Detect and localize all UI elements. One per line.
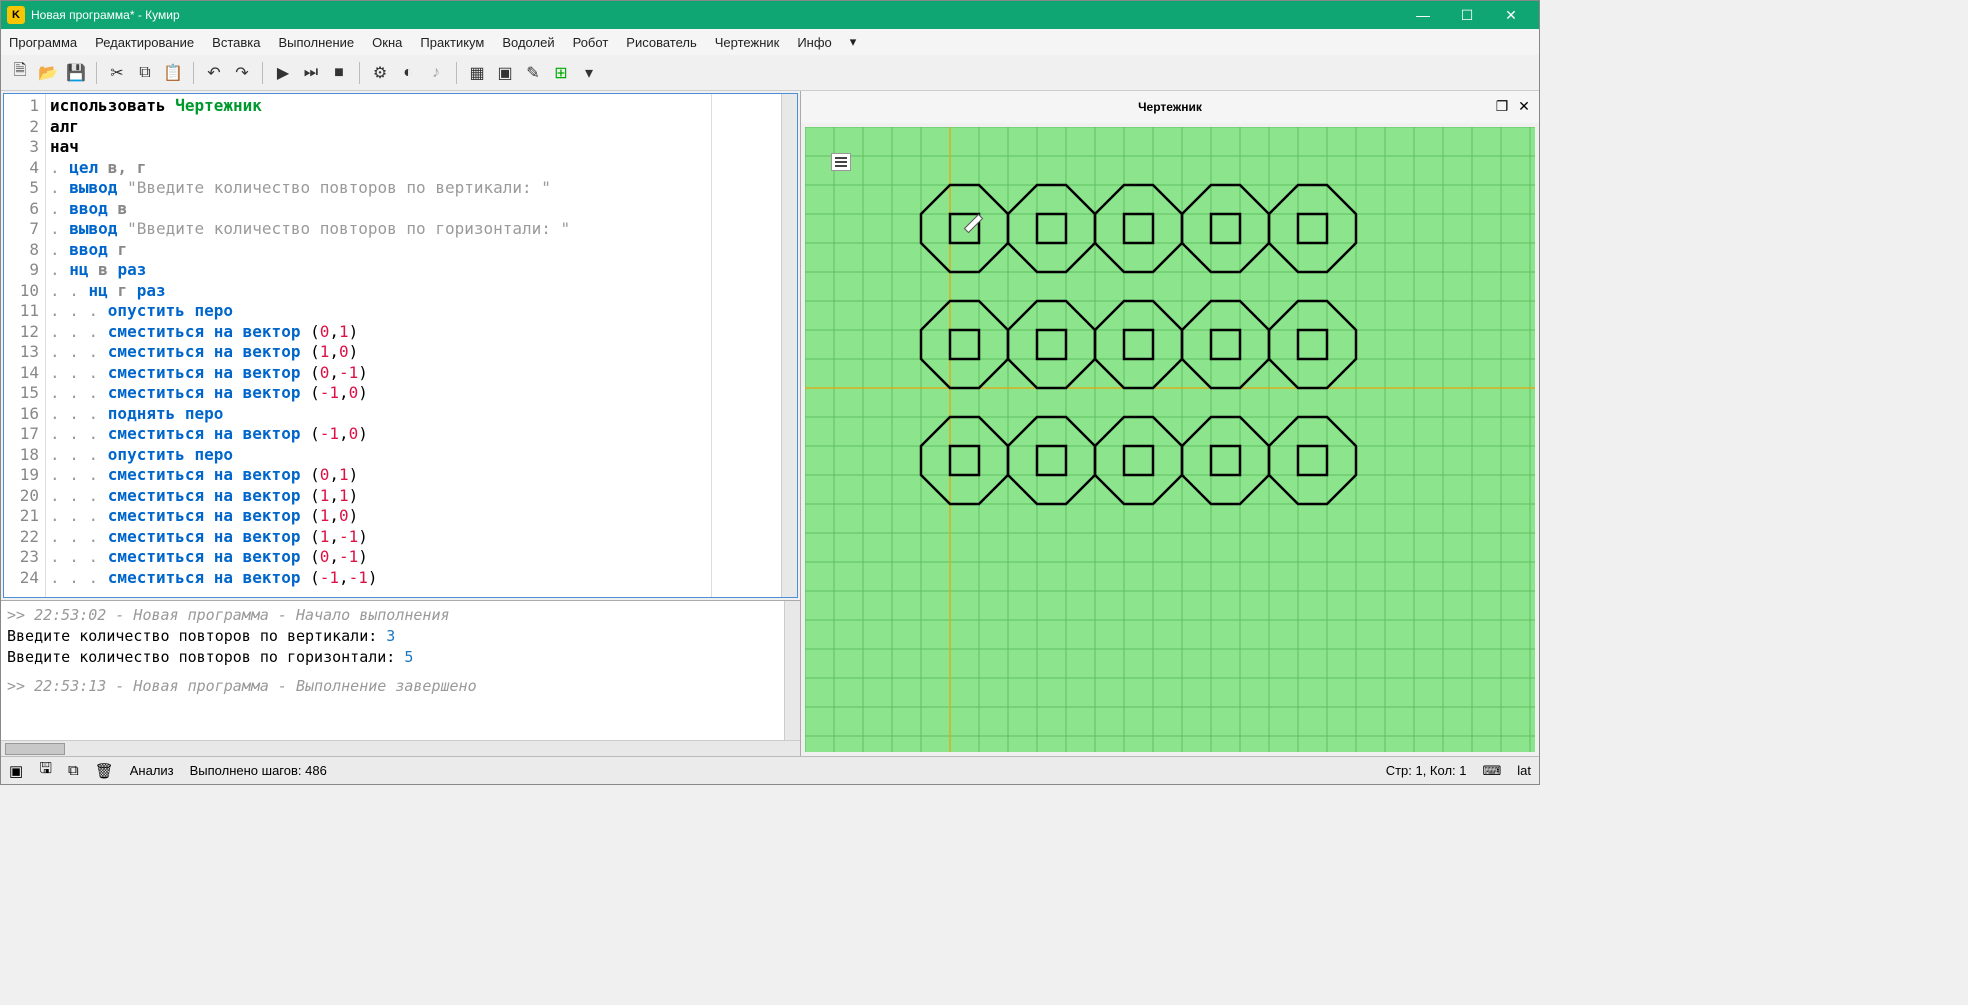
copy-icon[interactable]: ⧉ (134, 62, 156, 84)
menu-item[interactable]: Выполнение (278, 35, 354, 50)
tool-icon-1[interactable]: ⚙ (369, 62, 391, 84)
status-icon-2[interactable]: 🖫 (39, 758, 52, 783)
run-icon[interactable]: ▶ (272, 62, 294, 84)
line-gutter: 123456789101112131415161718192021222324 (4, 94, 46, 597)
panel-close-icon[interactable]: ✕ (1515, 97, 1533, 115)
tool-icon-2[interactable]: ◐ (397, 62, 419, 84)
status-icon-3[interactable]: ⧉ (68, 762, 79, 779)
undo-icon[interactable]: ↶ (203, 62, 225, 84)
window-icon[interactable]: ⊞ (550, 62, 572, 84)
editor-margin (711, 94, 781, 597)
window-title: Новая программа* - Кумир (31, 8, 1401, 22)
console-scrollbar[interactable] (784, 601, 800, 740)
more-icon[interactable]: ▾ (578, 62, 600, 84)
stop-icon[interactable]: ■ (328, 62, 350, 84)
menu-item[interactable]: Практикум (420, 35, 484, 50)
toolbar: 🗎 📂 💾 ✂ ⧉ 📋 ↶ ↷ ▶ ⏭ ■ ⚙ ◐ ♪ ▦ ▣ ✎ ⊞ ▾ (1, 55, 1539, 91)
status-analysis: Анализ (130, 763, 174, 778)
status-kb-icon[interactable]: ⌨ (1483, 763, 1502, 779)
menubar: Программа Редактирование Вставка Выполнение… (1, 29, 1539, 55)
panel-title: Чертежник (1138, 100, 1202, 114)
menu-item[interactable]: Окна (372, 35, 402, 50)
horizontal-scrollbar[interactable] (1, 740, 800, 756)
canvas-menu-icon[interactable] (831, 153, 851, 171)
status-steps: Выполнено шагов: 486 (190, 763, 327, 778)
status-icon-4[interactable]: 🗑 (95, 762, 114, 780)
menu-item[interactable]: ▾ (850, 34, 857, 50)
status-lang: lat (1517, 763, 1531, 778)
statusbar: ▣ 🖫 ⧉ 🗑 Анализ Выполнено шагов: 486 Стр:… (1, 756, 1539, 784)
cut-icon[interactable]: ✂ (106, 62, 128, 84)
menu-item[interactable]: Редактирование (95, 35, 194, 50)
vertical-scrollbar[interactable] (781, 94, 797, 597)
console-text[interactable]: >> 22:53:02 - Новая программа - Начало в… (1, 601, 784, 740)
tool-icon-3[interactable]: ♪ (425, 62, 447, 84)
redo-icon[interactable]: ↷ (231, 62, 253, 84)
menu-item[interactable]: Чертежник (715, 35, 780, 50)
app-window: K Новая программа* - Кумир ― ☐ ✕ Програм… (0, 0, 1540, 785)
drawing-canvas[interactable] (805, 127, 1535, 752)
status-cursor-pos: Стр: 1, Кол: 1 (1386, 763, 1467, 778)
menu-item[interactable]: Программа (9, 35, 77, 50)
grid-icon-1[interactable]: ▦ (466, 62, 488, 84)
open-file-icon[interactable]: 📂 (37, 62, 59, 84)
code-editor[interactable]: 123456789101112131415161718192021222324 … (3, 93, 798, 598)
code-area[interactable]: использовать Чертежникалгнач. цел в, г. … (46, 94, 711, 597)
minimize-button[interactable]: ― (1401, 1, 1445, 29)
menu-item[interactable]: Водолей (502, 35, 554, 50)
menu-item[interactable]: Вставка (212, 35, 260, 50)
menu-item[interactable]: Рисователь (626, 35, 696, 50)
status-icon-1[interactable]: ▣ (9, 762, 23, 780)
panel-restore-icon[interactable]: ❐ (1493, 97, 1511, 115)
step-icon[interactable]: ⏭ (300, 62, 322, 84)
panel-titlebar: Чертежник ❐ ✕ (801, 91, 1539, 123)
grid-icon-2[interactable]: ▣ (494, 62, 516, 84)
brush-icon[interactable]: ✎ (522, 62, 544, 84)
save-file-icon[interactable]: 💾 (65, 62, 87, 84)
close-button[interactable]: ✕ (1489, 1, 1533, 29)
output-console: >> 22:53:02 - Новая программа - Начало в… (1, 600, 800, 740)
maximize-button[interactable]: ☐ (1445, 1, 1489, 29)
menu-item[interactable]: Робот (573, 35, 609, 50)
paste-icon[interactable]: 📋 (162, 62, 184, 84)
menu-item[interactable]: Инфо (797, 35, 831, 50)
titlebar: K Новая программа* - Кумир ― ☐ ✕ (1, 1, 1539, 29)
new-file-icon[interactable]: 🗎 (9, 62, 31, 84)
app-icon: K (7, 6, 25, 24)
